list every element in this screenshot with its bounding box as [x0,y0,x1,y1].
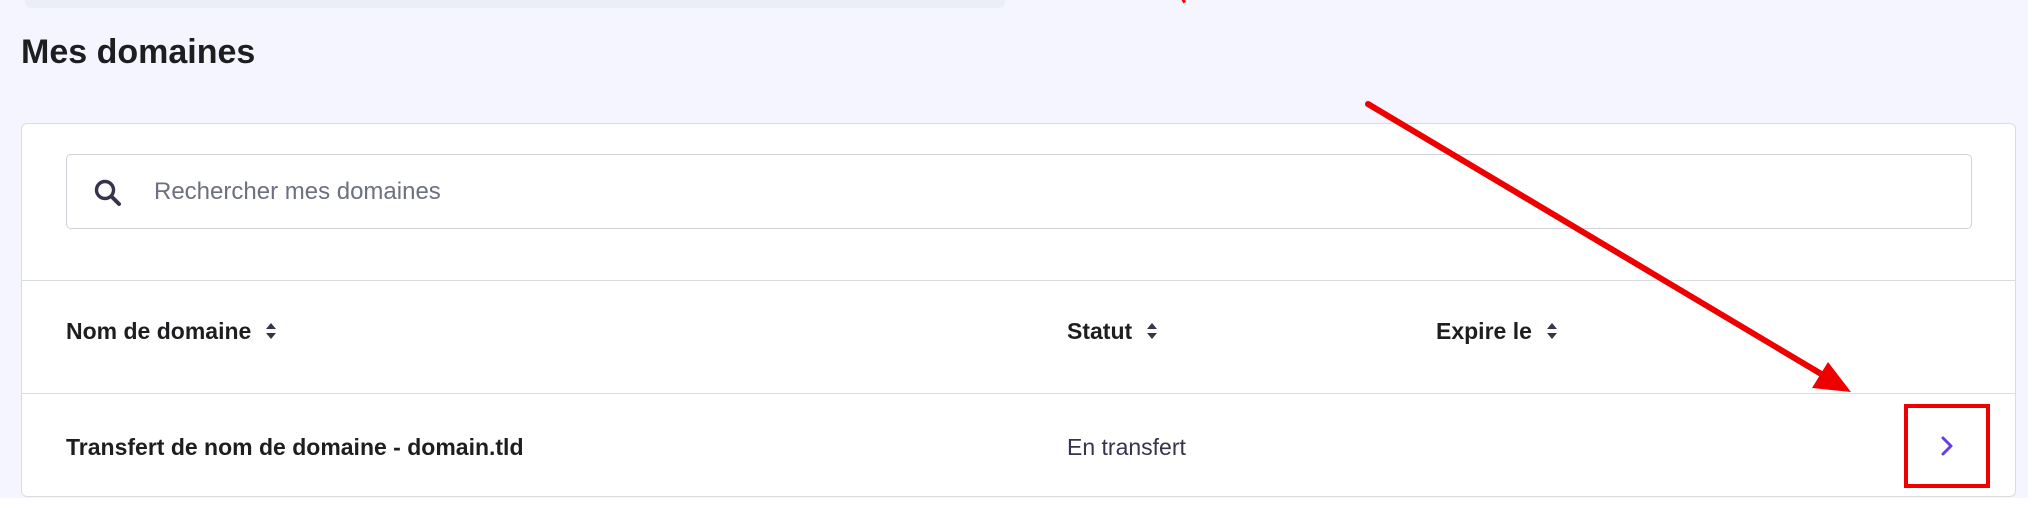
sort-icon [1546,323,1557,339]
open-domain-button[interactable] [1904,404,1990,488]
table-header: Nom de domaine Statut Expire le [22,281,2015,394]
domain-name-cell: Transfert de nom de domaine - domain.tld [66,434,524,460]
status-cell: En transfert [1067,434,1186,460]
domains-card: Nom de domaine Statut Expire le Transfer… [21,123,2016,497]
page-title: Mes domaines [21,33,256,71]
top-strip [25,0,1005,8]
search-box[interactable] [66,154,1972,229]
column-header-expires[interactable]: Expire le [1436,316,1558,346]
sort-icon [266,323,277,339]
column-header-label: Statut [1067,318,1133,344]
column-header-domain[interactable]: Nom de domaine [66,316,277,346]
search-icon [94,179,121,206]
sort-icon [1147,323,1158,339]
column-header-label: Expire le [1436,318,1532,344]
table-row[interactable]: Transfert de nom de domaine - domain.tld… [22,394,2015,496]
column-header-label: Nom de domaine [66,318,252,344]
search-input[interactable] [154,155,1934,228]
chevron-right-icon [1941,436,1953,456]
column-header-status[interactable]: Statut [1067,316,1158,346]
